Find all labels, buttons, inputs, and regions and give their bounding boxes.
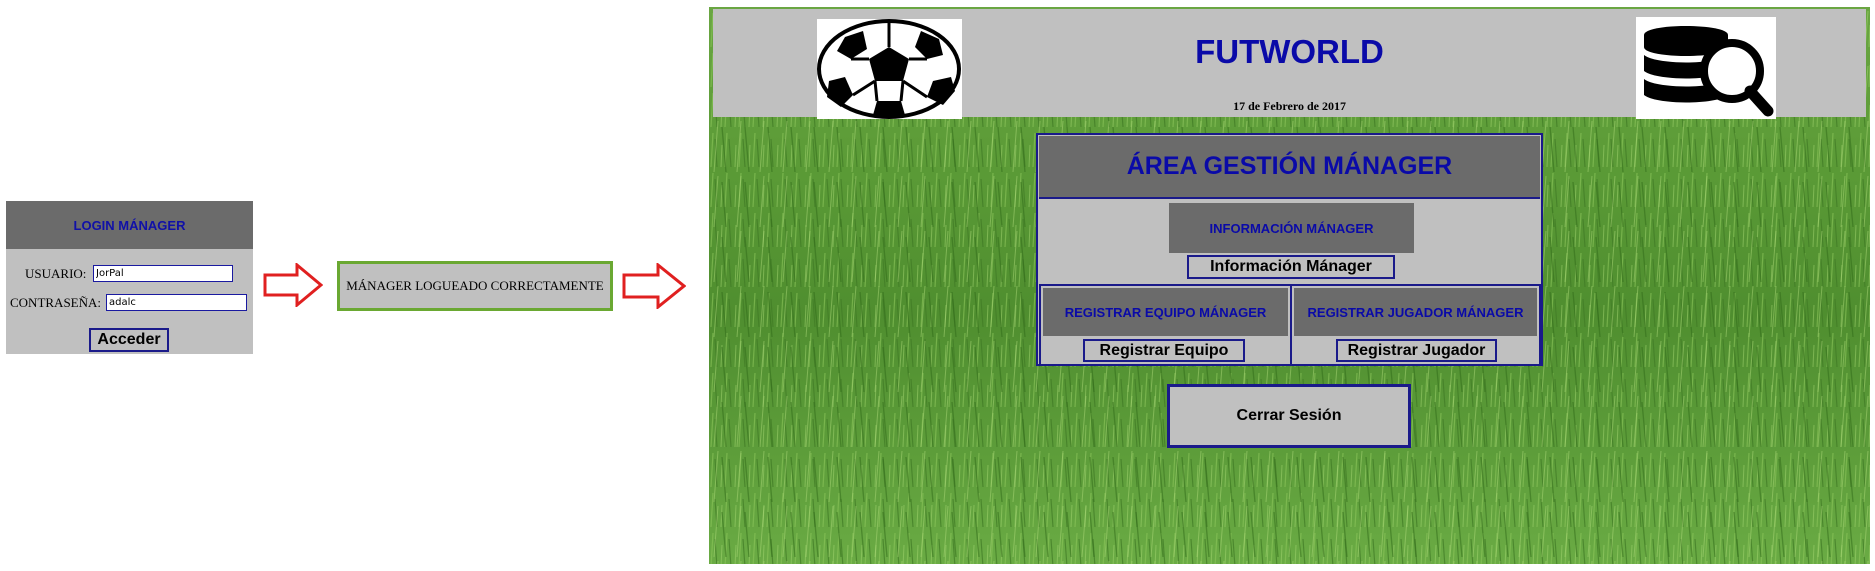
logout-button[interactable]: Cerrar Sesión [1167,384,1411,448]
login-success-message: MÁNAGER LOGUEADO CORRECTAMENTE [337,261,613,311]
username-label: USUARIO: [25,266,87,281]
management-panel: ÁREA GESTIÓN MÁNAGER INFORMACIÓN MÁNAGER… [1036,133,1543,366]
manager-info-button[interactable]: Información Mánager [1187,255,1395,279]
register-team-cell: REGISTRAR EQUIPO MÁNAGER Registrar Equip… [1039,284,1292,366]
app-window: FUTWORLD 17 de Febrero de 2017 ÁREA GEST… [709,7,1870,564]
register-team-button[interactable]: Registrar Equipo [1083,339,1245,362]
register-player-header: REGISTRAR JUGADOR MÁNAGER [1294,288,1537,336]
login-panel: LOGIN MÁNAGER USUARIO: CONTRASEÑA: Acced… [6,201,253,354]
panel-title: ÁREA GESTIÓN MÁNAGER [1039,136,1540,199]
password-input[interactable] [106,294,247,311]
info-section-header: INFORMACIÓN MÁNAGER [1169,203,1414,253]
arrow-right-icon [622,263,686,309]
register-player-cell: REGISTRAR JUGADOR MÁNAGER Registrar Juga… [1290,284,1541,366]
arrow-right-icon [263,263,323,307]
register-player-button[interactable]: Registrar Jugador [1336,339,1497,362]
register-team-header: REGISTRAR EQUIPO MÁNAGER [1043,288,1288,336]
login-submit-button[interactable]: Acceder [89,328,169,352]
app-header: FUTWORLD 17 de Febrero de 2017 [713,9,1866,119]
database-search-icon [1636,17,1776,119]
password-label: CONTRASEÑA: [10,295,102,310]
login-header: LOGIN MÁNAGER [6,201,253,249]
username-input[interactable] [93,265,233,282]
